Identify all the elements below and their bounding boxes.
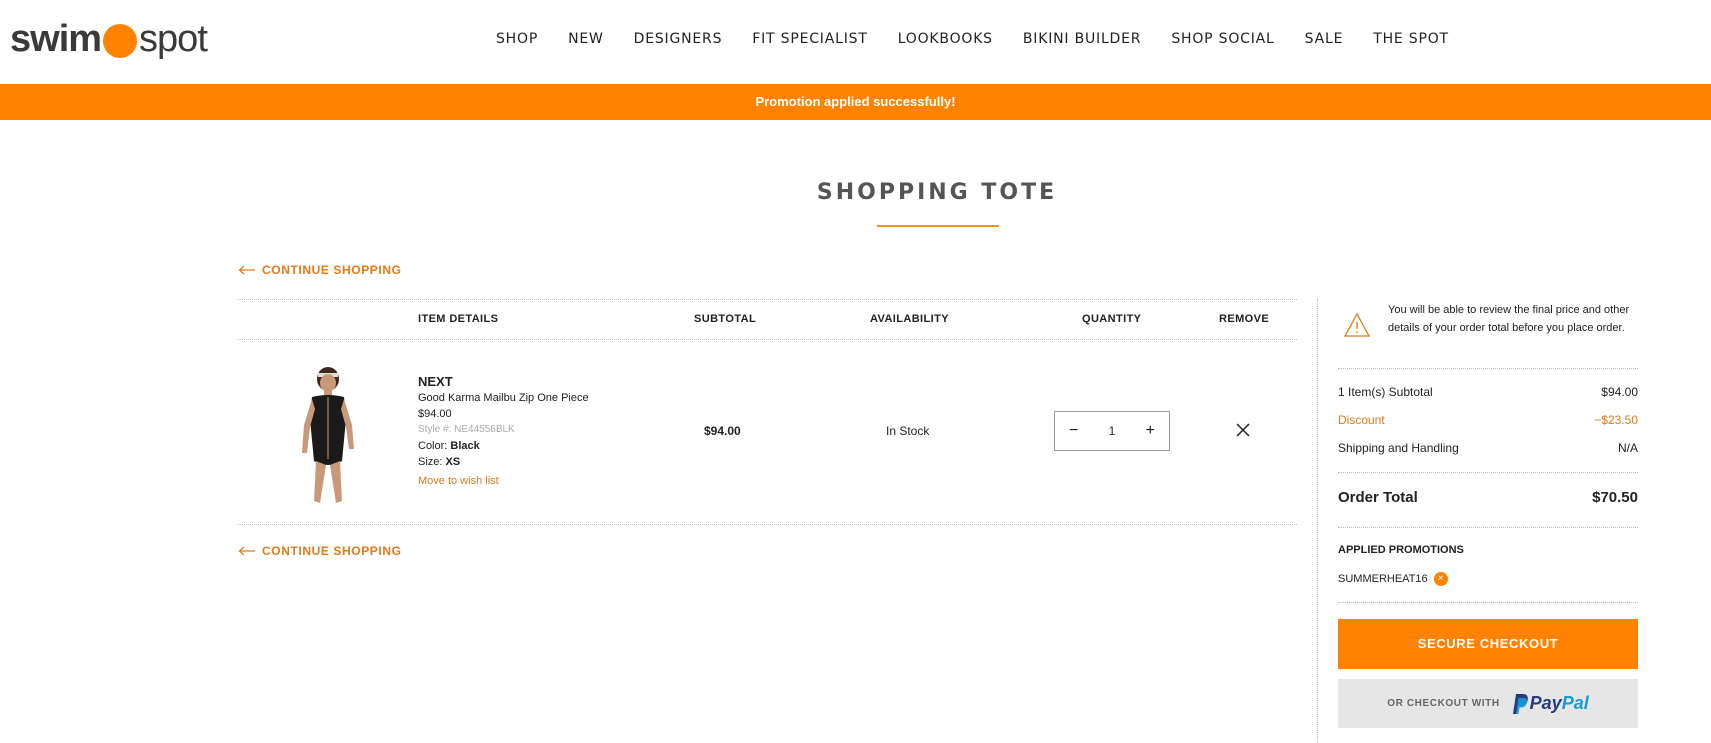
subtotal-line: 1 Item(s) Subtotal $94.00 [1338,385,1638,399]
nav-fit-specialist[interactable]: FIT SPECIALIST [752,31,867,47]
nav-shop[interactable]: SHOP [496,31,538,47]
subtotal-value: $94.00 [1601,385,1638,399]
discount-label: Discount [1338,413,1385,427]
notice-text: You will be able to review the final pri… [1388,304,1630,334]
continue-shopping-label: CONTINUE SHOPPING [262,263,402,277]
shipping-line: Shipping and Handling N/A [1338,441,1638,455]
page-title: SHOPPING TOTE [816,180,1058,205]
nav-lookbooks[interactable]: LOOKBOOKS [898,31,993,47]
cart-table-header: ITEM DETAILS SUBTOTAL AVAILABILITY QUANT… [238,300,1297,340]
price-review-notice: You will be able to review the final pri… [1338,299,1638,369]
paypal-icon [1512,693,1528,714]
nav-bikini-builder[interactable]: BIKINI BUILDER [1023,31,1141,47]
swimspot-logo[interactable]: swim spot [10,16,208,62]
nav-new[interactable]: NEW [568,31,604,47]
logo-dot [103,24,138,58]
promo-code: SUMMERHEAT16 [1338,573,1428,585]
secure-checkout-button[interactable]: SECURE CHECKOUT [1338,619,1638,669]
header-quantity: QUANTITY [1082,313,1142,325]
item-color-label: Color: [418,440,448,452]
site-header: swim spot SHOP NEW DESIGNERS FIT SPECIAL… [0,0,1711,84]
paypal-wordmark-pal: Pal [1561,693,1589,713]
quantity-stepper: − 1 + [1054,411,1170,451]
item-color-value: Black [450,440,480,452]
nav-the-spot[interactable]: THE SPOT [1373,31,1449,47]
arrow-left-icon [238,265,255,275]
main-nav: SHOP NEW DESIGNERS FIT SPECIALIST LOOKBO… [496,31,1479,47]
quantity-value[interactable]: 1 [1109,424,1116,438]
logo-text-swim: swim [10,17,102,60]
item-size-value: XS [445,456,461,468]
item-style-number: Style #: NE44556BLK [418,424,515,435]
shipping-value: N/A [1617,441,1638,455]
continue-shopping-link-top[interactable]: CONTINUE SHOPPING [238,263,402,277]
subtotal-label: 1 Item(s) Subtotal [1338,385,1433,399]
item-price: $94.00 [418,408,452,420]
order-total-label: Order Total [1338,489,1418,506]
paypal-checkout-button[interactable]: OR CHECKOUT WITH PayPal [1338,679,1638,728]
header-availability: AVAILABILITY [870,313,949,325]
summary-divider [1338,602,1638,603]
item-details: NEXT Good Karma Mailbu Zip One Piece $94… [418,374,589,489]
paypal-wordmark-pay: Pay [1529,693,1562,713]
continue-shopping-label: CONTINUE SHOPPING [262,544,402,558]
sidebar-divider [1317,299,1318,743]
summary-divider [1338,472,1638,473]
nav-shop-social[interactable]: SHOP SOCIAL [1171,31,1274,47]
paypal-wordmark: PayPal [1530,693,1589,714]
header-item-details: ITEM DETAILS [418,313,499,325]
warning-icon [1343,312,1371,337]
paypal-prefix: OR CHECKOUT WITH [1387,698,1500,709]
title-underline [877,225,999,227]
cart-item-row: NEXT Good Karma Mailbu Zip One Piece $94… [238,341,1297,525]
quantity-decrease-button[interactable]: − [1069,422,1078,440]
summary-divider [1338,527,1638,528]
order-total-value: $70.50 [1592,489,1638,506]
remove-item-close-icon[interactable] [1236,423,1250,437]
continue-shopping-link-bottom[interactable]: CONTINUE SHOPPING [238,544,402,558]
item-color: Color: Black [418,438,589,454]
header-subtotal: SUBTOTAL [694,313,757,325]
logo-text-spot: spot [139,17,208,60]
discount-value: −$23.50 [1594,413,1638,427]
remove-promo-close-icon[interactable]: × [1433,572,1448,586]
quantity-increase-button[interactable]: + [1146,422,1155,440]
item-size: Size: XS [418,454,589,470]
applied-promotions-heading: APPLIED PROMOTIONS [1338,544,1464,556]
nav-designers[interactable]: DESIGNERS [634,31,723,47]
product-image[interactable] [282,365,374,507]
item-size-label: Size: [418,456,443,468]
arrow-left-icon [238,546,255,556]
move-to-wish-list-link[interactable]: Move to wish list [418,473,589,489]
applied-promo: SUMMERHEAT16 × [1338,572,1448,586]
item-subtotal: $94.00 [704,424,741,438]
header-remove: REMOVE [1219,313,1270,325]
shipping-label: Shipping and Handling [1338,441,1459,455]
order-total-line: Order Total $70.50 [1338,489,1638,506]
item-availability: In Stock [886,424,930,438]
discount-line: Discount −$23.50 [1338,413,1638,427]
promo-success-banner: Promotion applied successfully! [0,84,1711,120]
item-name[interactable]: Good Karma Mailbu Zip One Piece [418,390,589,406]
item-brand: NEXT [418,374,453,389]
nav-sale[interactable]: SALE [1305,31,1344,47]
